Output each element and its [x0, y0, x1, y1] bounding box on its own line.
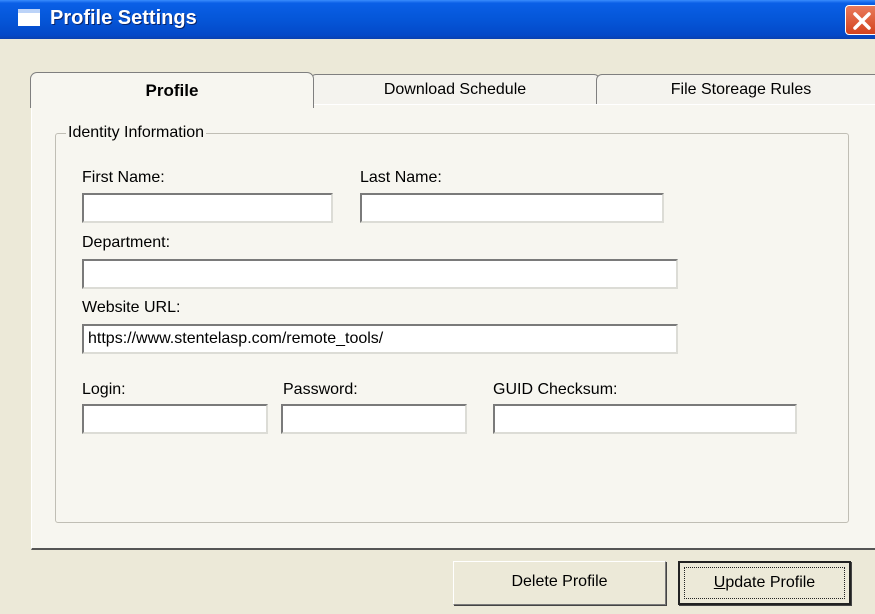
close-button[interactable]	[845, 5, 875, 35]
website-url-label: Website URL:	[82, 299, 181, 316]
delete-profile-button[interactable]: Delete Profile	[453, 561, 666, 605]
password-input[interactable]	[281, 404, 467, 434]
first-name-input[interactable]	[82, 193, 333, 223]
last-name-input[interactable]	[360, 193, 664, 223]
window-title: Profile Settings	[50, 7, 197, 29]
department-label: Department:	[82, 234, 171, 251]
tab-file-storage-rules[interactable]: File Storeage Rules	[596, 74, 875, 106]
guid-checksum-label: GUID Checksum:	[493, 381, 618, 398]
login-input[interactable]	[82, 404, 268, 434]
guid-checksum-input[interactable]	[493, 404, 797, 434]
identity-information-label: Identity Information	[66, 124, 207, 142]
tab-download-schedule[interactable]: Download Schedule	[310, 74, 600, 106]
department-input[interactable]	[82, 259, 678, 289]
tab-profile[interactable]: Profile	[30, 72, 314, 108]
title-bar[interactable]: Profile Settings	[0, 0, 875, 39]
update-profile-button[interactable]: Update Profile	[678, 561, 851, 605]
website-url-input[interactable]	[82, 324, 678, 354]
focus-rectangle	[684, 567, 845, 599]
profile-settings-dialog: Profile Settings Download Schedule File …	[0, 0, 875, 614]
login-label: Login:	[82, 381, 126, 398]
close-icon	[853, 12, 871, 30]
window-icon	[18, 9, 40, 26]
first-name-label: First Name:	[82, 169, 165, 186]
password-label: Password:	[283, 381, 358, 398]
last-name-label: Last Name:	[360, 169, 442, 186]
